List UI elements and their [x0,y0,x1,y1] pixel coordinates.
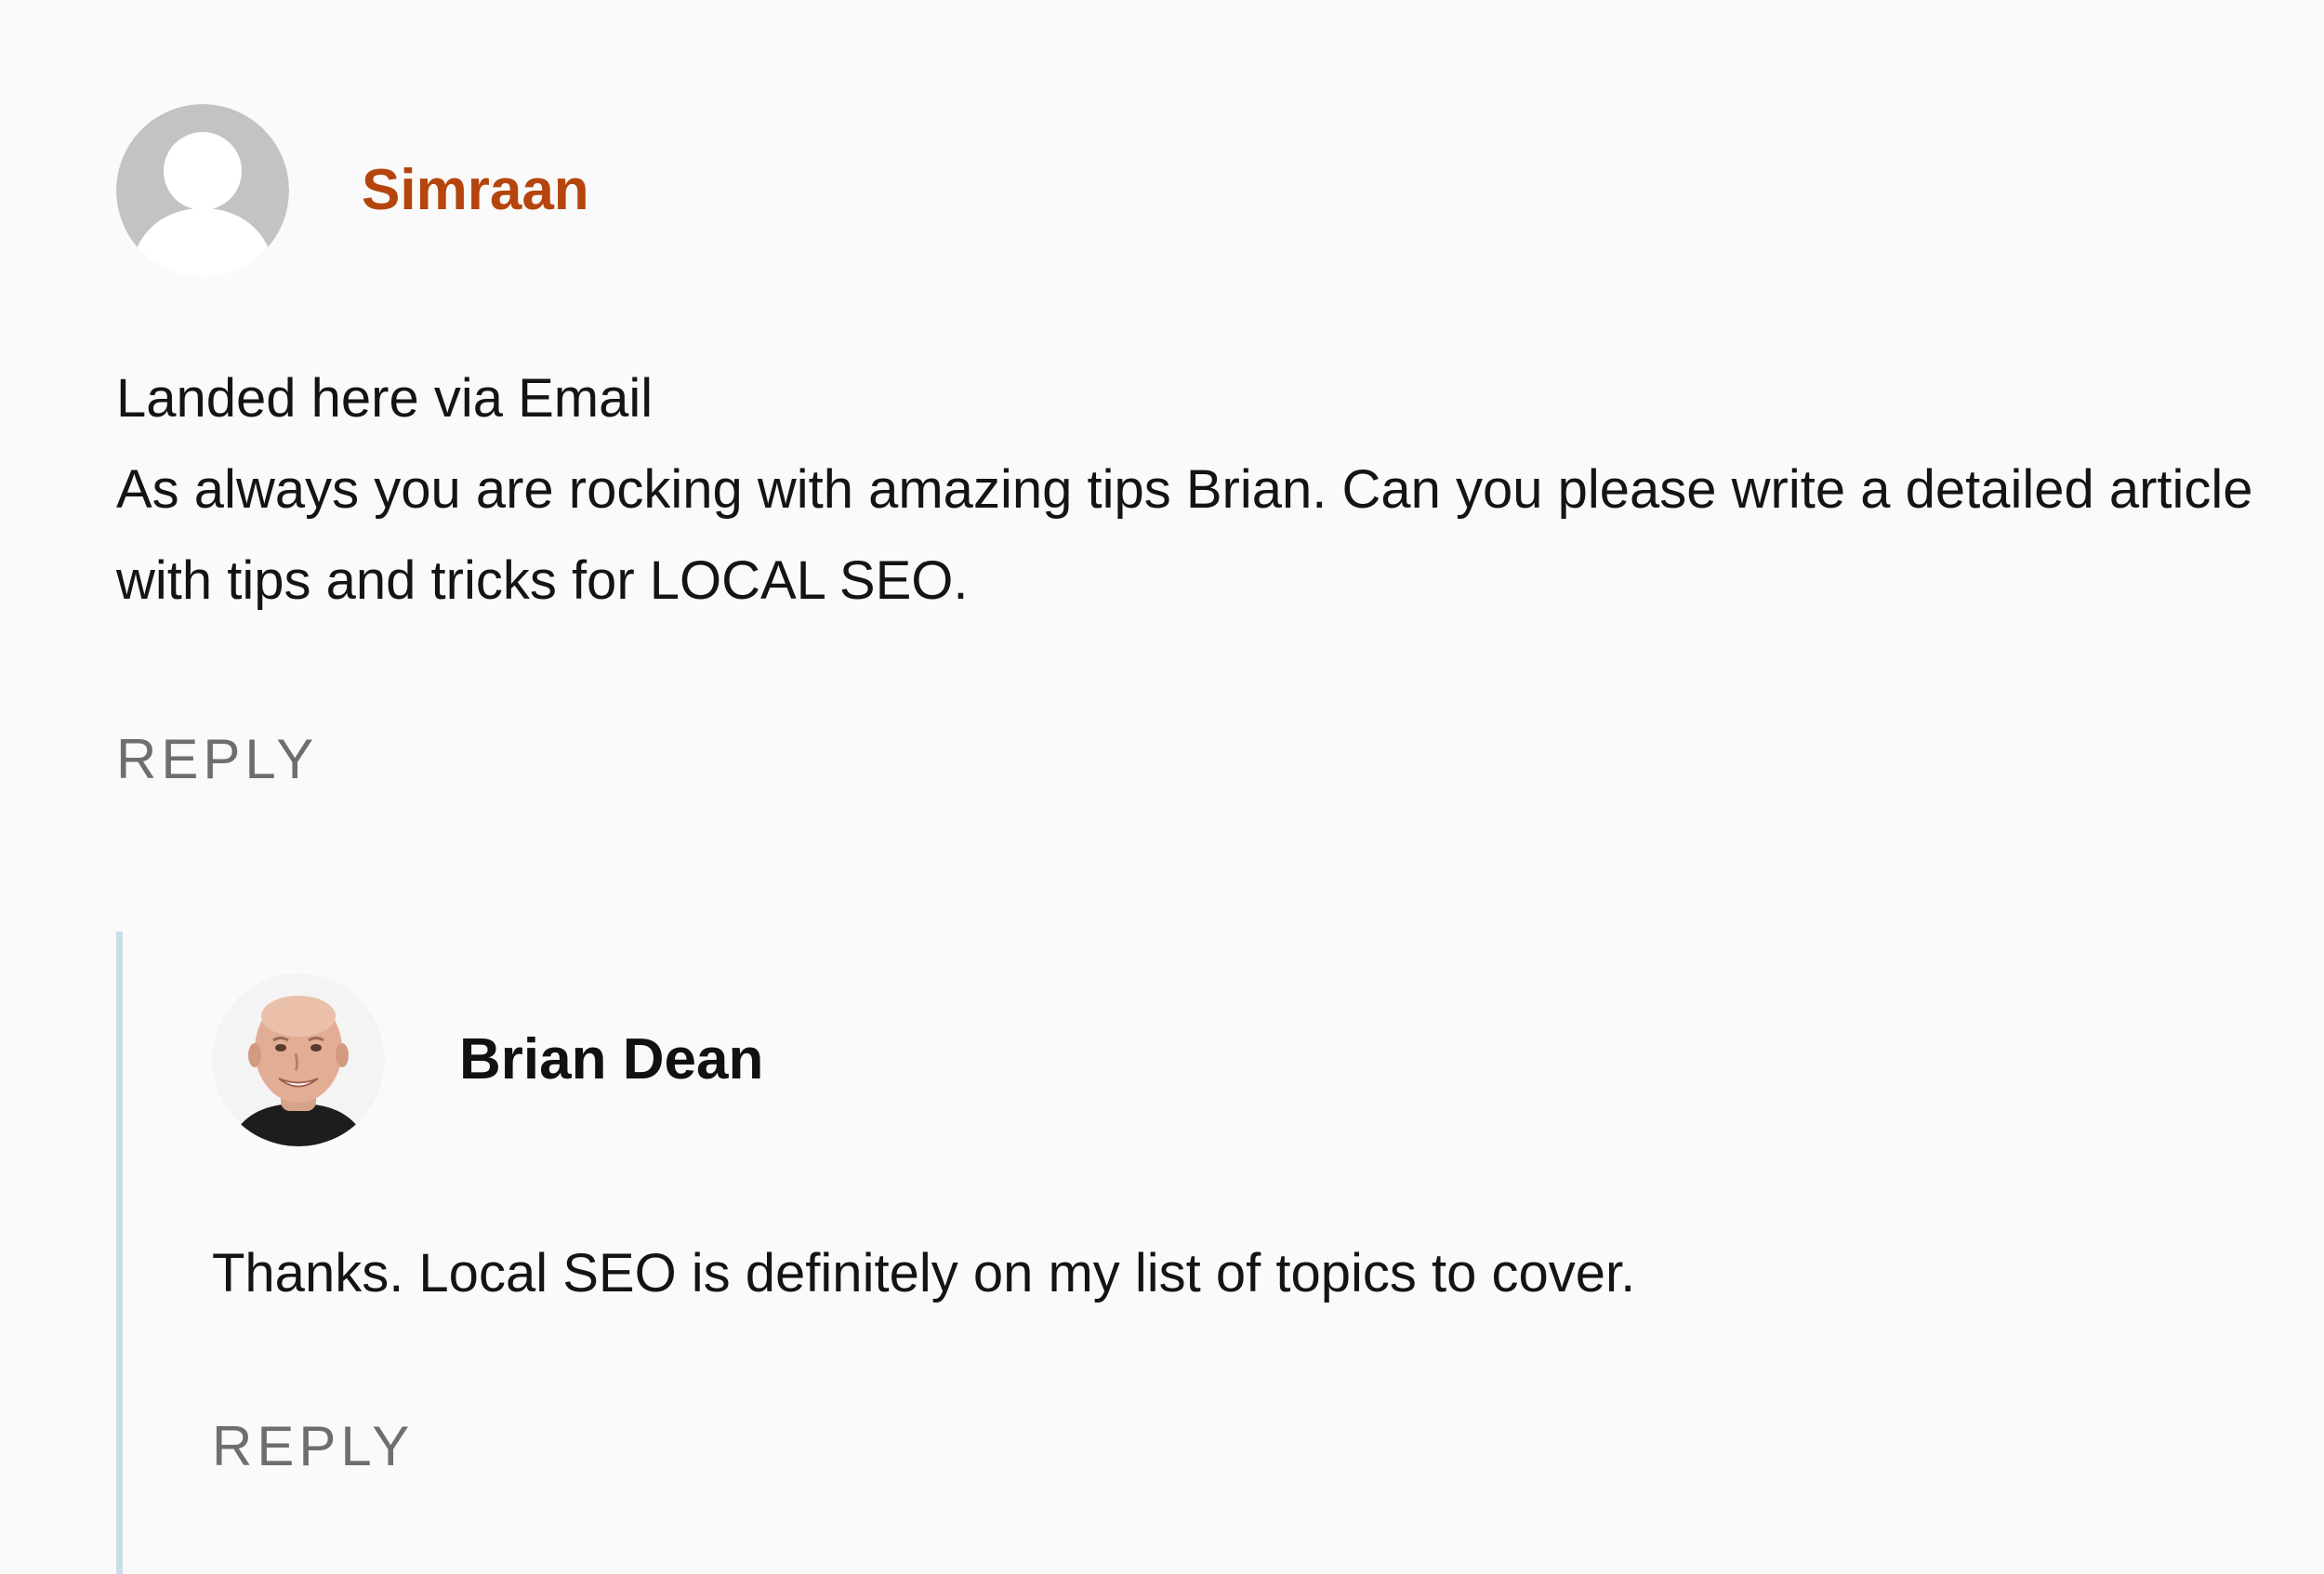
comment-paragraph: Landed here via Email [116,368,654,429]
comment-paragraph: Thanks. Local SEO is definitely on my li… [212,1243,1636,1303]
comment-brian-dean: Brian Dean Thanks. Local SEO is definite… [212,973,2211,1475]
comment-paragraph: As always you are rocking with amazing t… [116,459,2253,611]
comment-author-name: Brian Dean [459,1027,764,1091]
reply-thread-line [116,932,123,1574]
reply-button[interactable]: REPLY [212,1419,414,1475]
profile-photo-avatar-icon [212,973,385,1146]
profile-photo-graphic [212,973,385,1146]
comment-text: Thanks. Local SEO is definitely on my li… [212,1228,2211,1319]
comment-author-link[interactable]: Simraan [362,162,589,219]
reply-button[interactable]: REPLY [116,732,318,787]
comment-text: Landed here via Email As always you are … [116,353,2254,627]
default-user-avatar-graphic [116,104,289,277]
comment-header: Simraan [116,104,2254,277]
comment-simraan: Simraan Landed here via Email As always … [116,104,2254,787]
default-user-avatar-icon [116,104,289,277]
comment-header: Brian Dean [212,973,2211,1146]
